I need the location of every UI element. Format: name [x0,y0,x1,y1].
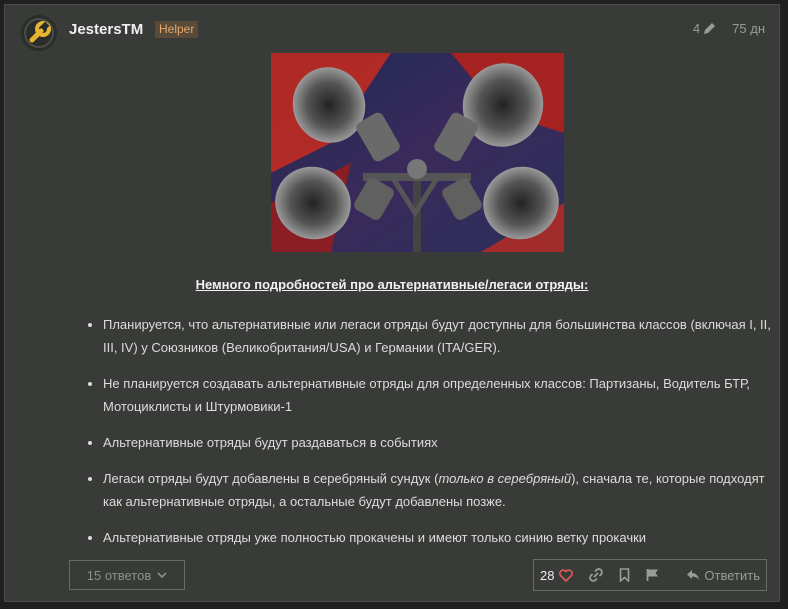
chevron-down-icon [157,572,167,579]
edit-history-button[interactable]: 4 [693,21,716,36]
show-replies-button[interactable]: 15 ответов [69,560,185,590]
reply-button[interactable]: Ответить [686,568,760,583]
list-item: Легаси отряды будут добавлены в серебрян… [103,467,783,513]
reply-label: Ответить [704,567,760,583]
list-item-text: Легаси отряды будут добавлены в серебрян… [103,471,439,486]
post-actions: 28 Ответить [533,559,767,591]
like-button[interactable]: 28 [540,567,574,583]
like-count: 28 [540,567,555,583]
list-item: Планируется, что альтернативные или лега… [103,313,783,359]
share-link-button[interactable] [589,568,604,582]
list-item: Альтернативные отряды будут раздаваться … [103,431,783,454]
list-item-italic: только в серебряный [438,471,572,486]
post-date[interactable]: 75 дн [732,21,765,36]
forum-post: JestersTM Helper 4 75 дн Немного подробн… [4,4,780,602]
list-item: Альтернативные отряды уже полностью прок… [103,526,783,549]
post-meta: 4 75 дн [693,21,765,36]
heart-icon [559,568,574,582]
post-heading: Немного подробностей про альтернативные/… [195,277,589,292]
bookmark-icon [620,568,630,582]
loudspeakers-image[interactable] [271,53,564,252]
list-item: Не планируется создавать альтернативные … [103,372,783,418]
bookmark-button[interactable] [619,568,630,582]
user-title-badge: Helper [155,21,199,38]
pencil-icon [704,23,716,34]
avatar[interactable] [21,15,57,51]
bullet-list: Планируется, что альтернативные или лега… [83,313,783,562]
replies-label: 15 ответов [86,567,152,583]
flag-icon [647,569,659,581]
edit-count: 4 [692,21,701,36]
wrench-avatar-icon [21,15,57,51]
link-icon [589,568,604,582]
reply-icon [687,570,700,580]
username[interactable]: JestersTM [69,21,143,38]
flag-button[interactable] [646,568,659,582]
